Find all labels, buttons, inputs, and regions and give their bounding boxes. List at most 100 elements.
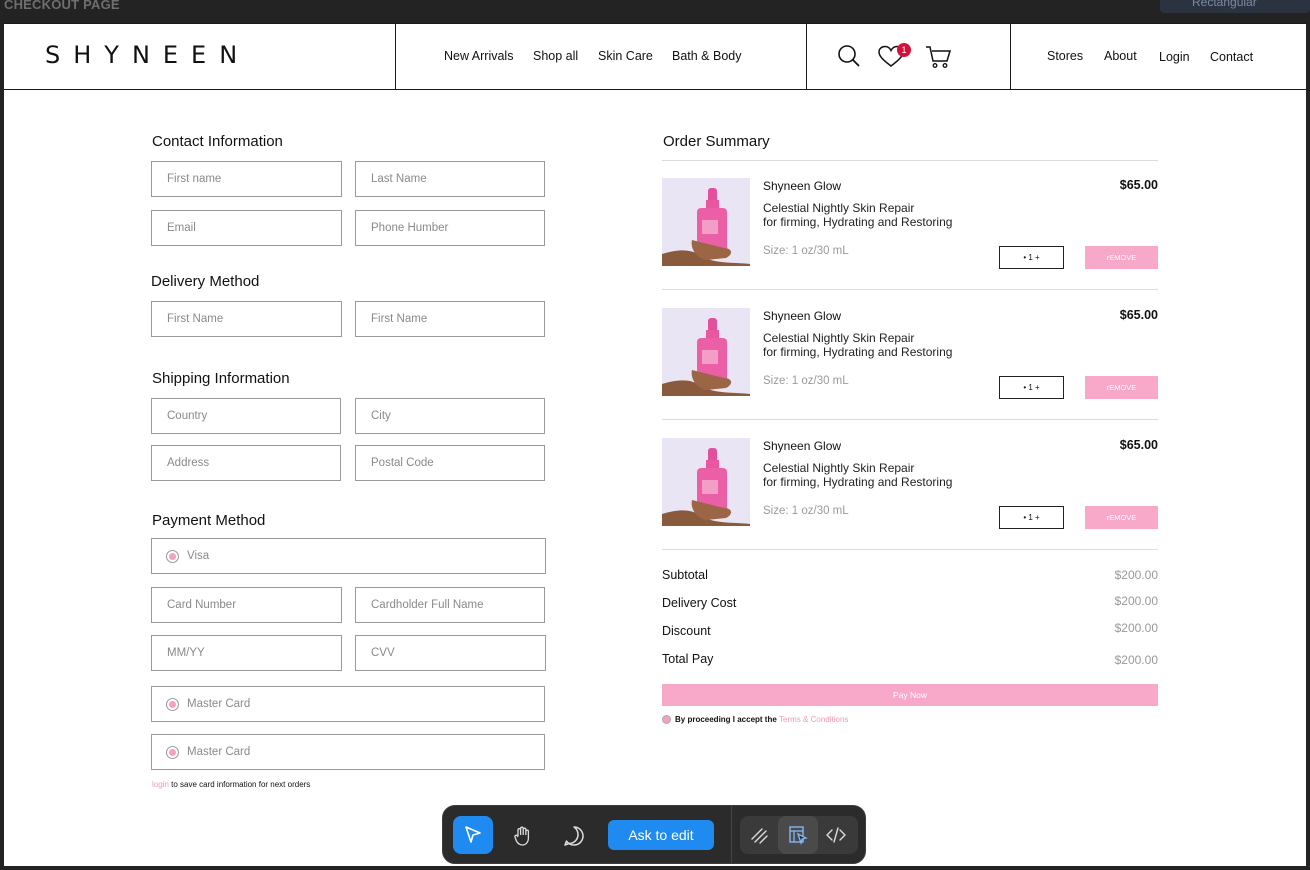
master-card-option[interactable]: Master Card	[151, 734, 545, 770]
email-field[interactable]	[151, 210, 342, 246]
master-card-option[interactable]: Master Card	[151, 686, 545, 722]
header-divider	[1010, 24, 1011, 90]
frame-toolbar-chip[interactable]: Rectangular	[1160, 0, 1310, 13]
dev-mode-icon[interactable]	[778, 816, 818, 854]
nav-contact[interactable]: Contact	[1210, 50, 1253, 64]
nav-new-arrivals[interactable]: New Arrivals	[444, 49, 513, 63]
expiry-field[interactable]	[151, 635, 342, 671]
nav-shop-all[interactable]: Shop all	[533, 49, 578, 63]
comment-icon[interactable]	[553, 816, 593, 854]
nav-skin-care[interactable]: Skin Care	[598, 49, 653, 63]
quantity-stepper[interactable]: • 1 +	[999, 506, 1064, 529]
nav-about[interactable]: About	[1104, 49, 1137, 63]
product-size: Size: 1 oz/30 mL	[763, 375, 849, 387]
quantity-stepper[interactable]: • 1 +	[999, 376, 1064, 399]
remove-button[interactable]: rEMOVE	[1085, 246, 1158, 269]
quantity-stepper[interactable]: • 1 +	[999, 246, 1064, 269]
wishlist-count-badge: 1	[897, 43, 911, 57]
toolbar-separator	[731, 806, 732, 863]
design-canvas: SHYNEEN New Arrivals Shop all Skin Care …	[4, 23, 1306, 866]
delivery-cost-label: Delivery Cost	[662, 596, 737, 610]
frame-label: CHECKOUT PAGE	[4, 0, 120, 12]
discount-label: Discount	[662, 624, 711, 638]
postal-code-field[interactable]	[355, 445, 545, 481]
nav-bath-body[interactable]: Bath & Body	[672, 49, 742, 63]
product-description: for firming, Hydrating and Restoring	[763, 475, 953, 489]
first-name-field[interactable]	[151, 161, 342, 197]
delivery-title: Delivery Method	[151, 273, 260, 290]
product-price: $65.00	[1119, 438, 1158, 452]
site-header: SHYNEEN New Arrivals Shop all Skin Care …	[4, 23, 1306, 90]
save-card-text: to save card information for next orders	[168, 780, 311, 789]
product-image[interactable]	[662, 438, 750, 526]
product-size: Size: 1 oz/30 mL	[763, 505, 849, 517]
pay-now-button[interactable]: Pay Now	[662, 684, 1158, 706]
save-card-note: login to save card information for next …	[152, 780, 310, 789]
remove-button[interactable]: rEMOVE	[1085, 376, 1158, 399]
logo[interactable]: SHYNEEN	[45, 41, 250, 69]
product-name: Shyneen Glow	[763, 439, 842, 453]
divider	[662, 160, 1158, 161]
payment-title: Payment Method	[152, 512, 266, 529]
product-name: Shyneen Glow	[763, 179, 842, 193]
hand-icon[interactable]	[502, 816, 542, 854]
ask-to-edit-button[interactable]: Ask to edit	[608, 820, 714, 850]
product-price: $65.00	[1119, 178, 1158, 192]
country-field[interactable]	[151, 398, 341, 434]
cvv-field[interactable]	[355, 635, 546, 671]
product-description: Celestial Nightly Skin Repair	[763, 461, 915, 475]
phone-field[interactable]	[355, 210, 545, 246]
editor-toolbar: Ask to edit	[442, 805, 866, 864]
shipping-title: Shipping Information	[152, 370, 290, 387]
product-description: for firming, Hydrating and Restoring	[763, 345, 953, 359]
search-icon[interactable]	[837, 44, 861, 73]
product-image[interactable]	[662, 178, 750, 266]
cart-icon[interactable]	[925, 45, 952, 74]
nav-login[interactable]: Login	[1159, 50, 1190, 64]
delivery-first-name-field[interactable]	[151, 301, 342, 337]
remove-button[interactable]: rEMOVE	[1085, 506, 1158, 529]
code-icon[interactable]	[816, 816, 856, 854]
header-divider	[395, 24, 396, 90]
order-summary-title: Order Summary	[663, 133, 770, 150]
frame-chip-label: Rectangular	[1192, 0, 1257, 9]
master-card-label: Master Card	[187, 698, 251, 710]
card-number-field[interactable]	[151, 587, 342, 623]
master-card-radio[interactable]	[166, 698, 179, 711]
product-description: Celestial Nightly Skin Repair	[763, 201, 915, 215]
contact-title: Contact Information	[152, 133, 283, 150]
product-description: for firming, Hydrating and Restoring	[763, 215, 953, 229]
city-field[interactable]	[355, 398, 545, 434]
product-size: Size: 1 oz/30 mL	[763, 245, 849, 257]
terms-link[interactable]: Terms & Conditions	[779, 715, 848, 724]
product-description: Celestial Nightly Skin Repair	[763, 331, 915, 345]
discount-value: $200.00	[1114, 621, 1158, 635]
product-name: Shyneen Glow	[763, 309, 842, 323]
cursor-arrow-icon[interactable]	[453, 816, 493, 854]
master-card-label: Master Card	[187, 746, 251, 758]
divider	[662, 419, 1158, 420]
visa-label: Visa	[187, 550, 210, 562]
address-field[interactable]	[151, 445, 341, 481]
terms-text: By proceeding I accept the	[675, 715, 780, 724]
terms-row: By proceeding I accept the Terms & Condi…	[662, 715, 848, 724]
toolbar-mode-group	[740, 816, 858, 854]
draw-icon[interactable]	[740, 816, 780, 854]
total-pay-value: $200.00	[1114, 653, 1158, 667]
delivery-second-field[interactable]	[355, 301, 545, 337]
master-card-radio[interactable]	[166, 746, 179, 759]
header-divider	[806, 24, 807, 90]
login-link[interactable]: login	[152, 780, 169, 789]
visa-option[interactable]: Visa	[151, 538, 546, 574]
subtotal-label: Subtotal	[662, 568, 708, 582]
cardholder-name-field[interactable]	[355, 587, 545, 623]
subtotal-value: $200.00	[1114, 568, 1158, 582]
visa-radio[interactable]	[166, 550, 179, 563]
product-image[interactable]	[662, 308, 750, 396]
last-name-field[interactable]	[355, 161, 545, 197]
product-price: $65.00	[1119, 308, 1158, 322]
nav-stores[interactable]: Stores	[1047, 49, 1083, 63]
terms-checkbox[interactable]	[662, 715, 671, 724]
delivery-cost-value: $200.00	[1114, 594, 1158, 608]
total-pay-label: Total Pay	[662, 652, 714, 666]
